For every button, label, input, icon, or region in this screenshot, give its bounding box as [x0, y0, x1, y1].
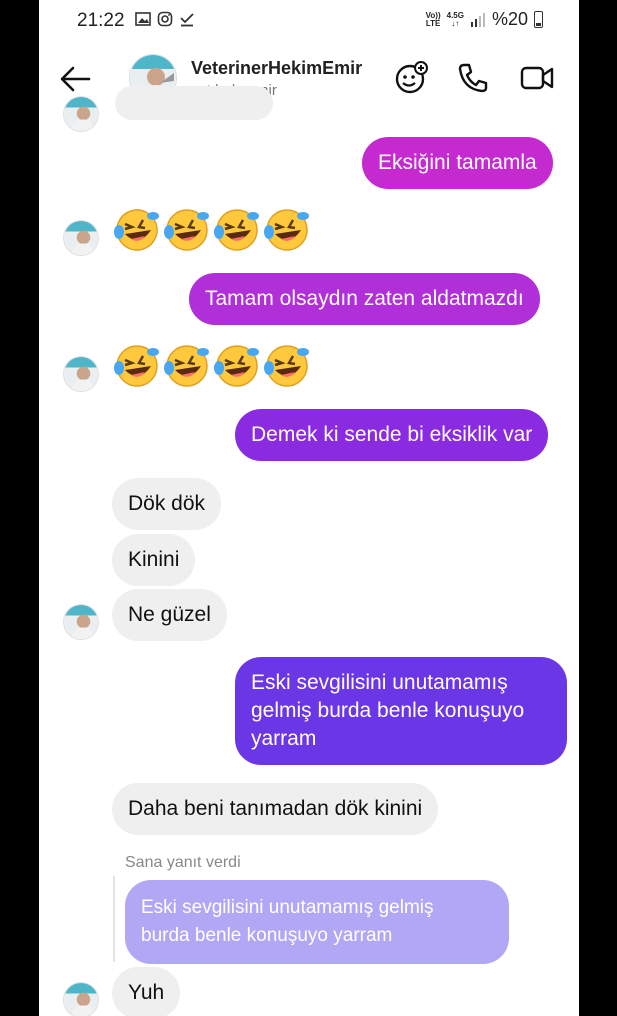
avatar [63, 96, 99, 132]
status-time: 21:22 [77, 10, 125, 31]
avatar [63, 220, 99, 256]
status-right: Vo)) LTE 4.5G ↓↑ %20 [426, 9, 543, 30]
message-line: yarram [251, 727, 317, 750]
video-call-button[interactable] [519, 60, 555, 96]
gallery-icon [135, 12, 151, 26]
reply-label: Sana yanıt verdi [125, 854, 241, 871]
laughing-tears-emoji-icon [114, 345, 159, 387]
message-outgoing[interactable]: Demek ki sende bi eksiklik var [235, 409, 549, 461]
message-line: gelmiş burda benle konuşuyo [251, 699, 525, 722]
quoted-message[interactable]: Eski sevgilisini unutamamış gelmiş burda… [125, 880, 509, 964]
contact-name[interactable]: VeterinerHekimEmir [191, 58, 362, 79]
previous-message-bubble[interactable] [115, 86, 273, 120]
sticker-add-icon [395, 61, 428, 94]
message-list[interactable]: Eksiğini tamamla Tamam olsaydın zaten al… [39, 86, 579, 1016]
message-outgoing[interactable]: Eksiğini tamamla [362, 137, 553, 189]
reply-divider [113, 876, 115, 962]
message-outgoing[interactable]: Tamam olsaydın zaten aldatmazdı [189, 273, 540, 325]
message-outgoing[interactable]: Eski sevgilisini unutamamış gelmiş burda… [235, 657, 567, 765]
battery-percent: %20 [491, 9, 528, 29]
laughing-tears-emoji-icon [214, 345, 259, 387]
message-incoming-emoji[interactable] [113, 206, 311, 254]
laughing-tears-emoji-icon [264, 209, 309, 251]
laughing-tears-emoji-icon [264, 345, 309, 387]
video-call-icon [520, 66, 554, 90]
download-check-icon [180, 13, 194, 27]
quote-line: Eski sevgilisini unutamamış gelmiş [141, 897, 434, 918]
instagram-icon [157, 11, 173, 27]
sticker-add-button[interactable] [393, 60, 429, 96]
laughing-tears-emoji-icon [114, 209, 159, 251]
message-incoming[interactable]: Ne güzel [112, 589, 227, 641]
laughing-tears-emoji-icon [214, 209, 259, 251]
battery-icon [534, 11, 543, 28]
voice-call-button[interactable] [455, 60, 491, 96]
message-line: Eski sevgilisini unutamamış [251, 671, 508, 694]
status-notifications [135, 11, 195, 27]
message-incoming[interactable]: Yuh [112, 967, 181, 1016]
message-incoming[interactable]: Dök dök [112, 478, 222, 530]
back-arrow-icon[interactable] [59, 64, 91, 94]
message-incoming[interactable]: Kinini [112, 534, 196, 586]
avatar [63, 604, 99, 640]
signal-icon [470, 12, 485, 27]
laughing-tears-emoji-icon [164, 345, 209, 387]
avatar [63, 982, 99, 1016]
avatar [63, 356, 99, 392]
volte-indicator: Vo)) LTE [425, 10, 441, 28]
status-bar: 21:22 Vo)) LTE 4.5G ↓↑ %20 [39, 0, 579, 40]
message-incoming[interactable]: Daha beni tanımadan dök kinini [112, 783, 439, 835]
laughing-tears-emoji-icon [164, 209, 209, 251]
message-incoming-emoji[interactable] [113, 342, 311, 390]
network-generation: 4.5G ↓↑ [446, 10, 464, 28]
quote-line: burda benle konuşuyo yarram [141, 925, 393, 946]
phone-icon [458, 63, 488, 93]
phone-screen: 21:22 Vo)) LTE 4.5G ↓↑ %20 VeterinerHekimE… [39, 0, 579, 1016]
